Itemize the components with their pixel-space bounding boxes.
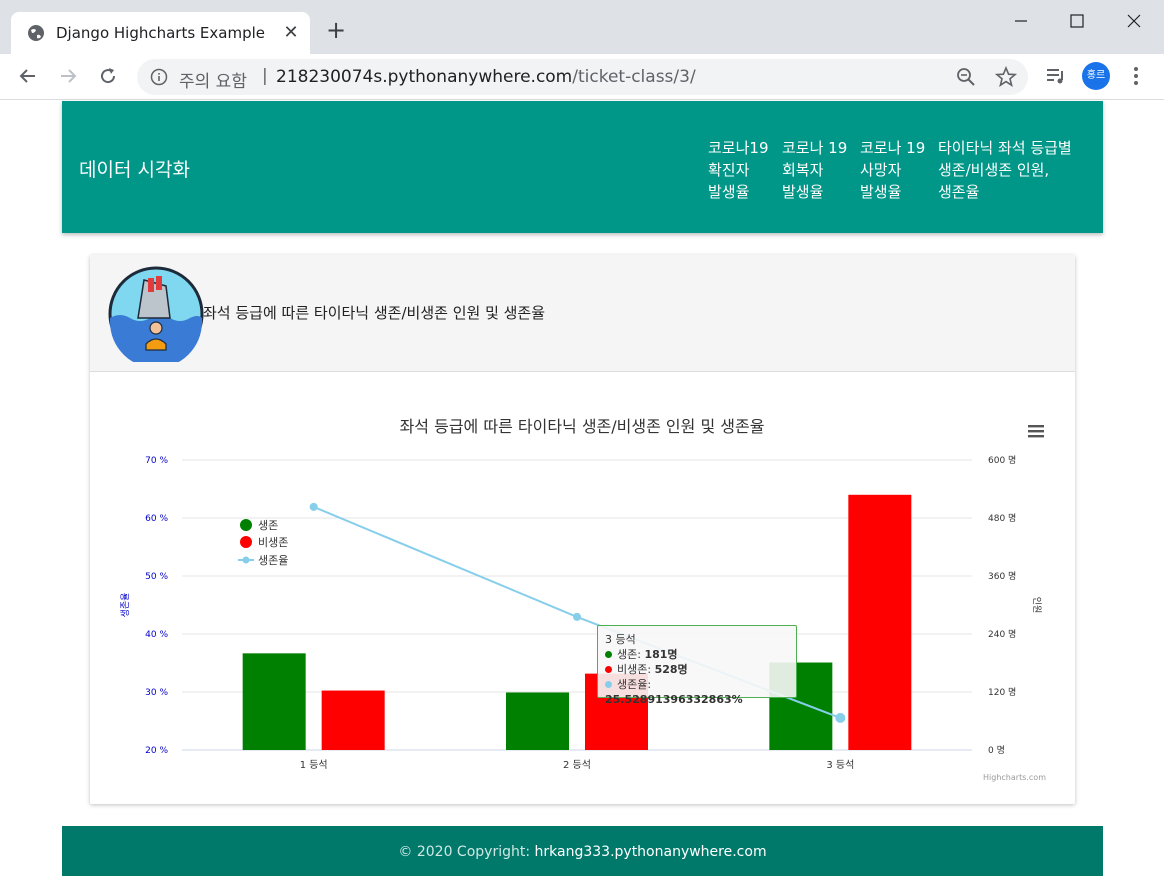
survival-rate-point	[835, 712, 846, 723]
bar-survived	[242, 653, 306, 750]
chart-credits: Highcharts.com	[983, 773, 1046, 782]
legend-item-label: 비생존	[258, 536, 288, 549]
y-right-tick-label: 480 명	[988, 513, 1016, 524]
tooltip-dot	[605, 681, 612, 688]
y-right-tick-label: 600 명	[988, 455, 1016, 466]
tooltip-value: 181명	[644, 648, 678, 661]
y-left-tick-label: 40 %	[145, 630, 168, 640]
y-left-tick-label: 20 %	[145, 746, 168, 756]
tooltip-label: 비생존:	[617, 663, 655, 676]
bar-survived	[506, 692, 569, 750]
y-right-tick-label: 360 명	[988, 571, 1016, 582]
tooltip-title: 3 등석	[605, 633, 636, 646]
tooltip-dot	[605, 666, 612, 673]
y-left-tick-label: 30 %	[145, 688, 168, 698]
tooltip-row-died: 비생존: 528명	[605, 662, 789, 677]
survival-rate-point	[309, 502, 318, 511]
tooltip-value: 25.52891396332863%	[605, 693, 743, 706]
x-tick-label: 3 등석	[826, 759, 854, 771]
y-right-tick-label: 240 명	[988, 629, 1016, 640]
y-right-tick-label: 120 명	[988, 687, 1016, 698]
legend-item-label: 생존	[258, 519, 278, 532]
y-left-tick-label: 60 %	[145, 514, 168, 524]
tooltip-row-survived: 생존: 181명	[605, 647, 789, 662]
tooltip-label: 생존율:	[617, 678, 652, 691]
legend-marker	[242, 556, 250, 564]
highcharts-chart: 좌석 등급에 따른 타이타닉 생존/비생존 인원 및 생존율 20 % 0 명 30 …	[120, 417, 1046, 782]
bar-died	[321, 690, 385, 750]
tooltip-dot	[605, 651, 612, 658]
legend-item-label: 생존율	[258, 554, 288, 567]
chart-tooltip: 3 등석 생존: 181명 비생존: 528명 생존율: 25.52891396…	[597, 625, 797, 706]
y-right-tick-label: 0 명	[988, 745, 1005, 756]
chart-menu-icon[interactable]	[1028, 425, 1044, 438]
legend-marker	[240, 536, 252, 548]
tooltip-row-rate: 생존율: 25.52891396332863%	[605, 677, 789, 707]
legend-marker	[240, 519, 252, 531]
tooltip-label: 생존:	[617, 648, 645, 661]
y-left-axis-label: 생존율	[120, 593, 131, 618]
survival-rate-point	[573, 612, 581, 621]
bar-died	[848, 494, 912, 750]
tooltip-value: 528명	[654, 663, 688, 676]
x-tick-label: 1 등석	[300, 759, 328, 771]
y-left-tick-label: 50 %	[145, 572, 168, 582]
y-right-axis-label: 인원	[1031, 597, 1042, 614]
x-tick-label: 2 등석	[563, 759, 591, 771]
chart-title: 좌석 등급에 따른 타이타닉 생존/비생존 인원 및 생존율	[400, 417, 765, 436]
y-left-tick-label: 70 %	[145, 456, 168, 466]
